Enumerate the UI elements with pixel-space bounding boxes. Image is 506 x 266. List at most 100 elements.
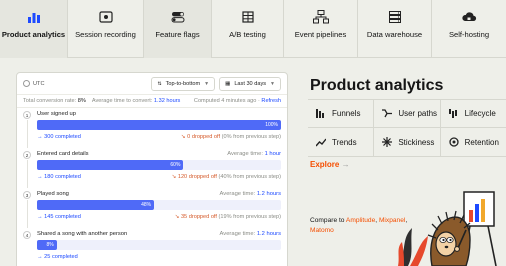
step-name: Shared a song with another person	[37, 231, 128, 237]
tab-session-recording[interactable]: Session recording	[68, 0, 144, 58]
step-completed[interactable]: → 180 completed	[37, 172, 81, 182]
tab-product-analytics[interactable]: Product analytics	[0, 0, 68, 58]
step-name: Played song	[37, 191, 69, 197]
total-rate-value: 8%	[77, 98, 86, 104]
step-bar-track[interactable]: 60%	[37, 160, 281, 170]
dropped-note: (0% from previous step)	[221, 134, 281, 140]
step-completed[interactable]: → 300 completed	[37, 132, 81, 142]
tab-event-pipelines[interactable]: Event pipelines	[284, 0, 358, 58]
step-number: 4	[23, 231, 31, 239]
server-icon	[386, 10, 404, 24]
step-number: 3	[23, 191, 31, 199]
feature-lifecycle[interactable]: Lifecycle	[441, 100, 506, 127]
step-bar-track[interactable]: 48%	[37, 200, 281, 210]
explore-link[interactable]: Explore →	[310, 160, 350, 169]
funnel-step: 3 Played song Average time: 1.2 hours 48% → …	[17, 188, 287, 228]
date-range-select[interactable]: ▦ Last 30 days ▼	[219, 76, 281, 91]
tab-self-hosting[interactable]: Self-hosting	[432, 0, 506, 58]
dropped-label: dropped off	[188, 174, 217, 180]
layout-select[interactable]: ⇅ Top-to-bottom ▼	[151, 76, 216, 91]
avg-time-value[interactable]: 1.2 hours	[257, 191, 281, 197]
step-dropped[interactable]: ↘ 0 dropped off (0% from previous step)	[181, 132, 281, 142]
step-connector	[27, 160, 28, 188]
step-avg-time: Average time: 1.2 hours	[220, 189, 281, 198]
step-percent: 60%	[170, 162, 181, 168]
computed-time: Computed 4 minutes ago	[193, 98, 257, 104]
step-percent: 48%	[141, 202, 152, 208]
arrow-down-right-icon: ↘	[180, 134, 186, 140]
step-dropped[interactable]: ↘ 120 dropped off (40% from previous ste…	[172, 172, 281, 182]
funnel-step: 2 Entered card details Average time: 1 hou…	[17, 148, 287, 188]
pipeline-icon	[312, 10, 330, 24]
step-dropped[interactable]: ↘ 35 dropped off (19% from previous step…	[175, 212, 281, 222]
compare-link-matomo[interactable]: Matomo	[310, 227, 334, 234]
avg-time-value[interactable]: 1.2 hours	[257, 231, 281, 237]
avg-time-value[interactable]: 1 hour	[265, 151, 281, 157]
compare-link-amplitude[interactable]: Amplitude	[346, 217, 375, 224]
arrow-right-icon: →	[37, 174, 43, 180]
step-bar	[37, 160, 184, 170]
flask-icon	[239, 10, 257, 24]
feature-trends[interactable]: Trends	[308, 128, 375, 156]
feature-label: Retention	[464, 137, 499, 147]
arrow-right-icon: →	[37, 134, 43, 140]
avg-time-label: Average time to convert:	[91, 98, 153, 104]
completed-label: completed	[55, 174, 81, 180]
step-bar-track[interactable]: 8%	[37, 240, 281, 250]
explore-label: Explore	[310, 160, 340, 169]
completed-count: 180	[44, 174, 54, 180]
step-number: 2	[23, 151, 31, 159]
avg-time-label: Average time:	[227, 151, 263, 157]
step-name: Entered card details	[37, 151, 89, 157]
completed-count: 145	[44, 214, 54, 220]
tab-label: Feature flags	[155, 30, 200, 39]
step-completed[interactable]: → 145 completed	[37, 212, 81, 222]
product-tabs: Product analytics Session recording Feat…	[0, 0, 506, 58]
feature-label: Lifecycle	[464, 109, 496, 118]
tab-label: Self-hosting	[448, 30, 490, 39]
step-completed[interactable]: → 25 completed	[37, 252, 78, 262]
stickiness-icon	[382, 137, 393, 147]
funnel-steps: 1 User signed up 100% → 300 completed ↘ 0 d…	[17, 108, 287, 266]
step-bar	[37, 200, 155, 210]
feature-label: Stickiness	[398, 137, 435, 147]
feature-stickiness[interactable]: Stickiness	[374, 128, 441, 156]
card-header: UTC ⇅ Top-to-bottom ▼ ▦ Last 30 days ▼	[17, 73, 287, 95]
arrow-down-right-icon: ↘	[171, 174, 177, 180]
avg-time-label: Average time:	[219, 191, 256, 197]
dropped-note: (19% from previous step)	[218, 214, 282, 220]
tab-feature-flags[interactable]: Feature flags	[144, 0, 212, 58]
tab-label: A/B testing	[229, 30, 266, 39]
avg-time-value[interactable]: 1.32 hours	[154, 98, 180, 104]
chevron-down-icon: ▼	[270, 80, 275, 87]
tab-ab-testing[interactable]: A/B testing	[212, 0, 284, 58]
refresh-link[interactable]: Refresh	[261, 98, 281, 104]
dropped-note: (40% from previous step)	[218, 174, 282, 180]
step-bar-track[interactable]: 100%	[37, 120, 281, 130]
cloud-icon	[460, 10, 478, 24]
step-avg-time: Average time: 1.2 hours	[220, 229, 281, 238]
dropped-label: dropped off	[188, 214, 217, 220]
funnel-step: 4 Shared a song with another person Averag…	[17, 228, 287, 266]
feature-retention[interactable]: Retention	[441, 128, 506, 156]
timezone: UTC	[23, 80, 45, 87]
arrow-right-icon: →	[341, 160, 350, 169]
feature-user-paths[interactable]: User paths	[374, 100, 441, 127]
tab-data-warehouse[interactable]: Data warehouse	[358, 0, 432, 58]
step-name: User signed up	[37, 111, 76, 117]
feature-label: Funnels	[332, 109, 361, 118]
retention-icon	[449, 137, 459, 147]
section-title: Product analytics	[310, 77, 444, 94]
feature-label: Trends	[332, 137, 357, 147]
dropped-count: 0	[187, 134, 191, 140]
step-connector	[27, 120, 28, 148]
step-percent: 8%	[46, 242, 54, 248]
completed-label: completed	[51, 254, 78, 260]
total-rate-label: Total conversion rate:	[23, 98, 77, 104]
dropped-count: 35	[180, 214, 188, 220]
feature-funnels[interactable]: Funnels	[308, 100, 375, 127]
dropped-count: 120	[177, 174, 188, 180]
record-icon	[97, 10, 115, 24]
completed-count: 300	[44, 134, 54, 140]
chevron-down-icon: ▼	[204, 80, 210, 87]
